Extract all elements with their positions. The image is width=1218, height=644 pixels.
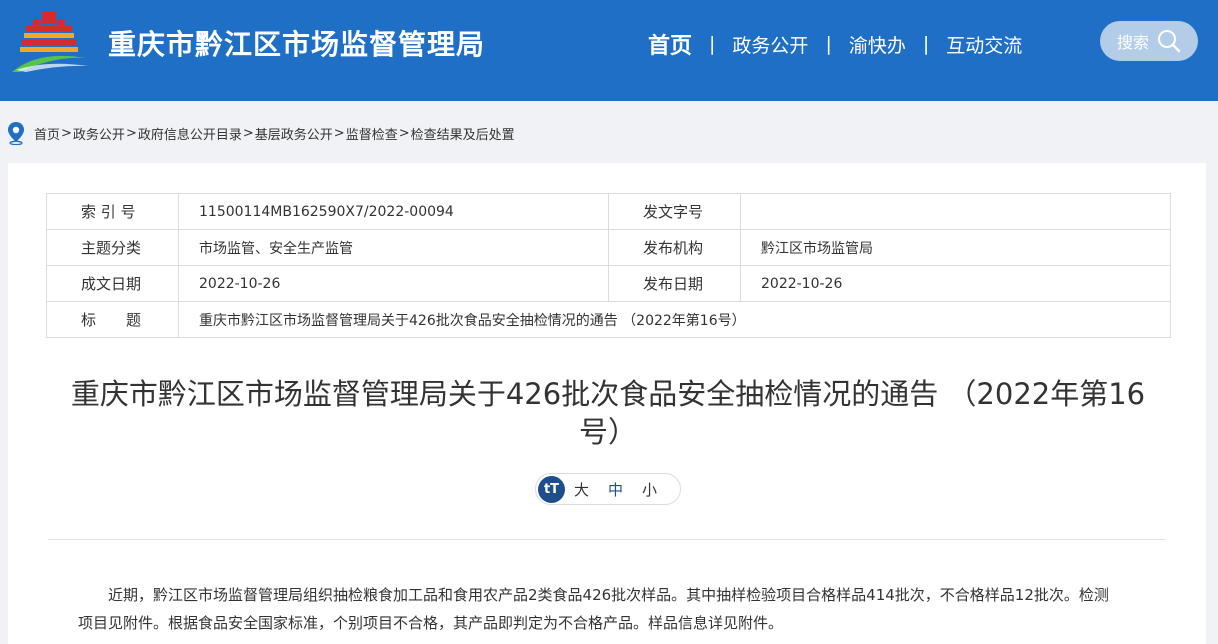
font-size-medium-button[interactable]: 中 [608,479,623,500]
breadcrumb-separator: > [125,125,137,141]
table-row: 索 引 号 11500114MB162590X7/2022-00094 发文字号 [46,193,1171,230]
font-size-large-button[interactable]: 大 [574,479,589,500]
location-pin-icon [8,122,24,145]
nav-government-affairs[interactable]: 政务公开 [732,31,808,58]
content-divider [48,539,1166,540]
article-panel: 索 引 号 11500114MB162590X7/2022-00094 发文字号… [8,163,1206,644]
breadcrumb-grassroots[interactable]: 基层政务公开 [255,124,333,143]
metadata-table: 索 引 号 11500114MB162590X7/2022-00094 发文字号… [46,193,1171,338]
publisher-value: 黔江区市场监管局 [740,229,1171,266]
breadcrumb-separator: > [398,125,410,141]
index-value: 11500114MB162590X7/2022-00094 [178,193,609,230]
title-value: 重庆市黔江区市场监督管理局关于426批次食品安全抽检情况的通告 （2022年第1… [178,301,1171,338]
site-logo-icon[interactable] [8,10,90,74]
site-header: 重庆市黔江区市场监督管理局 首页 | 政务公开 | 渝快办 | 互动交流 搜索 [0,0,1218,101]
published-date-value: 2022-10-26 [740,265,1171,302]
title-label: 标 题 [46,301,179,338]
publisher-label: 发布机构 [608,229,741,266]
search-button[interactable]: 搜索 [1100,21,1198,61]
font-size-small-button[interactable]: 小 [642,479,657,500]
docno-label: 发文字号 [608,193,741,230]
index-label: 索 引 号 [46,193,179,230]
breadcrumb-inspection-results[interactable]: 检查结果及后处置 [411,124,515,143]
search-label: 搜索 [1117,33,1150,52]
nav-separator: | [825,33,832,55]
created-date-label: 成文日期 [46,265,179,302]
nav-separator: | [709,33,716,55]
site-title[interactable]: 重庆市黔江区市场监督管理局 [108,23,485,63]
font-size-icon: tT [538,475,565,503]
nav-yukuaiban[interactable]: 渝快办 [849,31,906,58]
breadcrumb-government-affairs[interactable]: 政务公开 [73,124,125,143]
breadcrumb-separator: > [61,125,72,141]
topic-value: 市场监管、安全生产监管 [178,229,609,266]
published-date-label: 发布日期 [608,265,741,302]
breadcrumb-separator: > [242,125,254,141]
breadcrumb-info-catalog[interactable]: 政府信息公开目录 [138,124,242,143]
table-row: 成文日期 2022-10-26 发布日期 2022-10-26 [46,265,1171,302]
nav-separator: | [922,33,930,55]
main-nav: 首页 | 政务公开 | 渝快办 | 互动交流 [648,28,1022,60]
table-row: 标 题 重庆市黔江区市场监督管理局关于426批次食品安全抽检情况的通告 （202… [46,301,1171,338]
search-icon [1158,30,1181,53]
font-size-switcher: tT 大 中 小 [535,473,681,505]
breadcrumb-separator: > [333,125,345,141]
nav-home[interactable]: 首页 [648,28,692,60]
breadcrumb-home[interactable]: 首页 [34,124,60,143]
article-paragraph: 近期，黔江区市场监督管理局组织抽检粮食加工品和食用农产品2类食品426批次样品。… [78,586,1109,632]
breadcrumb: 首页 > 政务公开 > 政府信息公开目录 > 基层政务公开 > 监督检查 > 检… [6,121,515,145]
docno-value [740,193,1171,230]
table-row: 主题分类 市场监管、安全生产监管 发布机构 黔江区市场监管局 [46,229,1171,266]
nav-interaction[interactable]: 互动交流 [946,31,1022,58]
breadcrumb-supervision[interactable]: 监督检查 [346,124,398,143]
topic-label: 主题分类 [46,229,179,266]
article-title: 重庆市黔江区市场监督管理局关于426批次食品安全抽检情况的通告 （2022年第1… [70,377,1146,449]
created-date-value: 2022-10-26 [178,265,609,302]
